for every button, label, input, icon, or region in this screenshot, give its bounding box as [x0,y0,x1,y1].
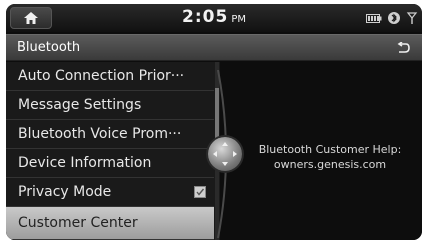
privacy-mode-checkbox[interactable] [194,186,206,198]
clock-time: 2:05 [182,7,229,27]
menu-item-customer-center[interactable]: Customer Center [6,207,214,240]
menu-item-label: Customer Center [18,215,138,231]
battery-icon [366,13,382,23]
menu-item-message-settings[interactable]: Message Settings [6,91,214,120]
customer-help-text: Bluetooth Customer Help: owners.genesis.… [238,142,422,172]
signal-icon [406,12,418,24]
menu-item-auto-connection-priority[interactable]: Auto Connection Prior··· [6,62,214,91]
status-icons [366,11,418,25]
checkmark-icon [196,188,205,196]
clock-ampm: PM [231,14,246,25]
menu-item-label: Message Settings [18,97,142,113]
detail-panel: Bluetooth Customer Help: owners.genesis.… [208,62,422,240]
screen-frame: 2:05 PM Bluetooth Auto Connection Prior·… [6,4,422,240]
jog-dial-icon [213,142,237,166]
back-button[interactable] [390,38,416,58]
settings-menu: Auto Connection Prior··· Message Setting… [6,62,220,240]
clock: 2:05 PM [6,7,422,27]
menu-item-bluetooth-voice-prompt[interactable]: Bluetooth Voice Prom··· [6,120,214,149]
page-title: Bluetooth [17,40,81,55]
menu-item-label: Device Information [18,155,152,171]
jog-dial[interactable] [208,137,242,171]
back-arrow-icon [397,42,410,53]
menu-item-label: Privacy Mode [18,184,112,200]
menu-item-label: Bluetooth Voice Prom··· [18,126,182,142]
help-line-1: Bluetooth Customer Help: [258,143,402,156]
menu-item-device-information[interactable]: Device Information [6,149,214,178]
menu-item-label: Auto Connection Prior··· [18,68,185,84]
title-bar: Bluetooth [6,34,422,61]
menu-item-privacy-mode[interactable]: Privacy Mode [6,178,214,207]
bluetooth-phone-icon [388,12,400,24]
help-line-2: owners.genesis.com [273,158,387,171]
status-bar: 2:05 PM [6,4,422,32]
